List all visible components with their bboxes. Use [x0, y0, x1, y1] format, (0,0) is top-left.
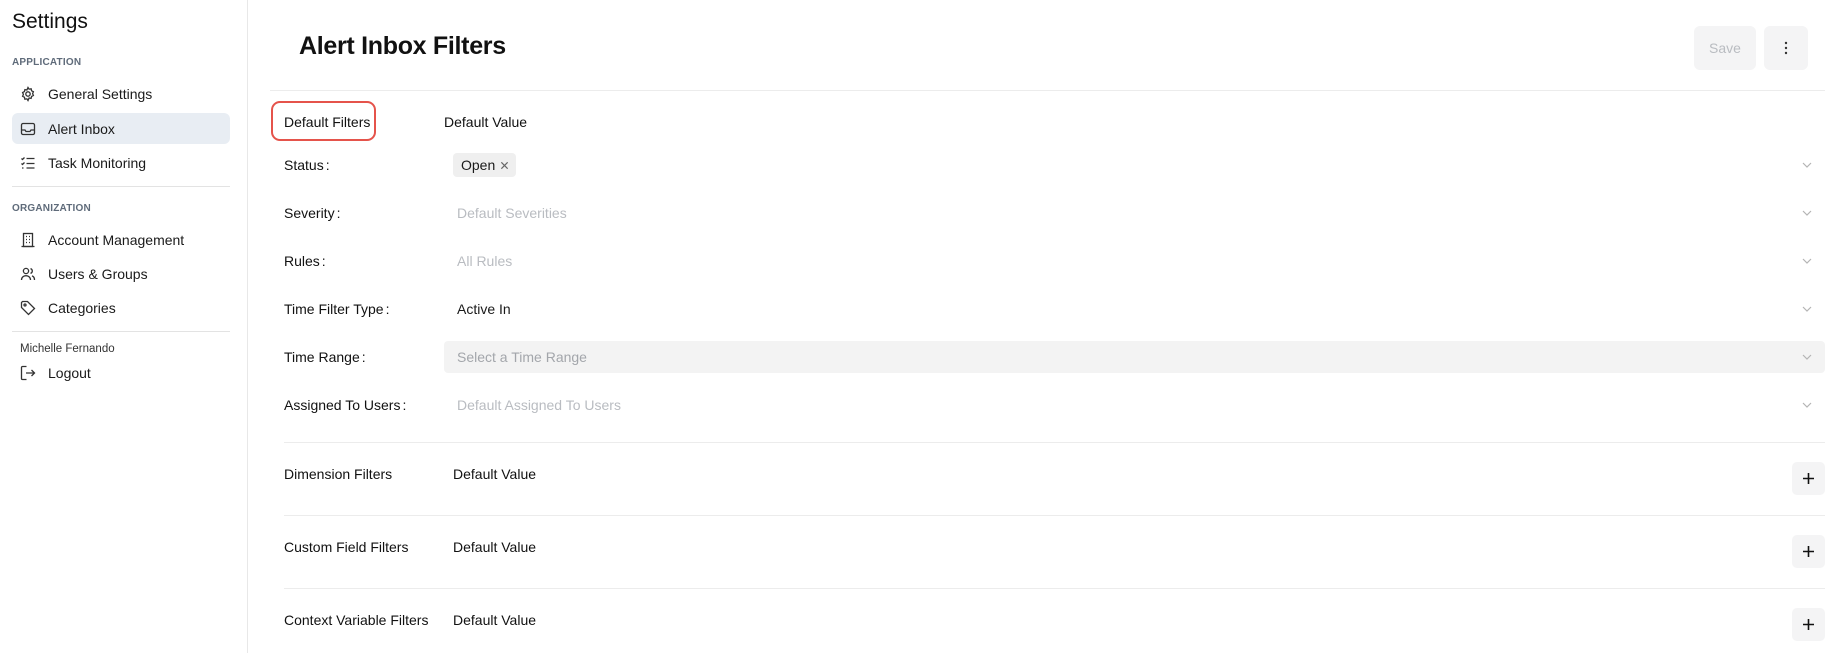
- sidebar-item-users-groups[interactable]: Users & Groups: [12, 258, 230, 289]
- sidebar-item-account-management[interactable]: Account Management: [12, 224, 230, 255]
- building-icon: [20, 232, 36, 248]
- tag-icon: [20, 300, 36, 316]
- sidebar-item-label: Alert Inbox: [48, 120, 115, 137]
- sidebar-item-alert-inbox[interactable]: Alert Inbox: [12, 113, 230, 144]
- sidebar-item-label: General Settings: [48, 85, 153, 102]
- sidebar-divider: [12, 186, 230, 187]
- assigned-to-users-select[interactable]: Default Assigned To Users: [444, 389, 1825, 421]
- plus-icon: [1803, 473, 1814, 484]
- custom-field-filters-heading: Custom Field Filters: [284, 539, 409, 555]
- more-vertical-icon: [1784, 41, 1788, 55]
- header-divider: [270, 90, 1825, 91]
- sidebar-item-label: Categories: [48, 299, 116, 316]
- plus-icon: [1803, 546, 1814, 557]
- list-check-icon: [20, 155, 36, 171]
- sidebar-item-categories[interactable]: Categories: [12, 292, 230, 323]
- plus-icon: [1803, 619, 1814, 630]
- sidebar: Settings APPLICATION General Settings Al…: [0, 0, 248, 653]
- add-custom-field-filter-button[interactable]: [1792, 535, 1825, 568]
- dimension-filters-value-heading: Default Value: [453, 466, 537, 482]
- time-range-select[interactable]: Select a Time Range: [444, 341, 1825, 373]
- filter-label-time-filter-type: Time Filter Type:: [284, 301, 390, 317]
- inbox-icon: [20, 121, 36, 137]
- filter-label-severity: Severity:: [284, 205, 341, 221]
- rules-select[interactable]: All Rules: [444, 245, 1825, 277]
- add-dimension-filter-button[interactable]: [1792, 462, 1825, 495]
- sidebar-item-general-settings[interactable]: General Settings: [12, 78, 230, 109]
- chevron-down-icon: [1802, 210, 1812, 216]
- chevron-down-icon: [1802, 354, 1812, 360]
- section-label-organization: ORGANIZATION: [12, 203, 91, 214]
- save-button[interactable]: Save: [1694, 26, 1756, 70]
- sidebar-item-label: Task Monitoring: [48, 154, 147, 171]
- sidebar-divider: [12, 331, 230, 332]
- filter-label-assigned-to-users: Assigned To Users:: [284, 397, 407, 413]
- custom-field-filters-value-heading: Default Value: [453, 539, 537, 555]
- context-variable-filters-value-heading: Default Value: [453, 612, 537, 628]
- chevron-down-icon: [1802, 162, 1812, 168]
- remove-tag-icon[interactable]: [500, 161, 509, 170]
- chevron-down-icon: [1802, 402, 1812, 408]
- filter-label-rules: Rules:: [284, 253, 326, 269]
- logout-label: Logout: [48, 365, 91, 381]
- sidebar-title: Settings: [12, 10, 88, 33]
- section-divider: [284, 515, 1825, 516]
- section-label-application: APPLICATION: [12, 57, 82, 68]
- more-options-button[interactable]: [1764, 26, 1808, 70]
- page-title: Alert Inbox Filters: [299, 32, 506, 60]
- time-filter-type-select[interactable]: Active In: [444, 293, 1825, 325]
- status-tag: Open: [453, 153, 517, 177]
- filter-label-time-range: Time Range:: [284, 349, 366, 365]
- severity-select[interactable]: Default Severities: [444, 197, 1825, 229]
- logout-icon: [20, 365, 36, 381]
- section-divider: [284, 442, 1825, 443]
- section-divider: [284, 588, 1825, 589]
- default-filters-heading: Default Filters: [284, 114, 371, 130]
- gear-icon: [20, 85, 36, 102]
- filter-label-status: Status:: [284, 157, 330, 173]
- user-name: Michelle Fernando: [20, 343, 115, 355]
- logout-button[interactable]: Logout: [12, 361, 91, 385]
- users-icon: [20, 266, 36, 282]
- sidebar-item-label: Users & Groups: [48, 265, 148, 282]
- sidebar-item-label: Account Management: [48, 231, 185, 248]
- dimension-filters-heading: Dimension Filters: [284, 466, 393, 482]
- status-select[interactable]: Open: [444, 149, 1825, 181]
- sidebar-item-task-monitoring[interactable]: Task Monitoring: [12, 147, 230, 178]
- context-variable-filters-heading: Context Variable Filters: [284, 612, 429, 628]
- default-value-heading: Default Value: [444, 114, 528, 130]
- chevron-down-icon: [1802, 258, 1812, 264]
- add-context-variable-filter-button[interactable]: [1792, 608, 1825, 641]
- chevron-down-icon: [1802, 306, 1812, 312]
